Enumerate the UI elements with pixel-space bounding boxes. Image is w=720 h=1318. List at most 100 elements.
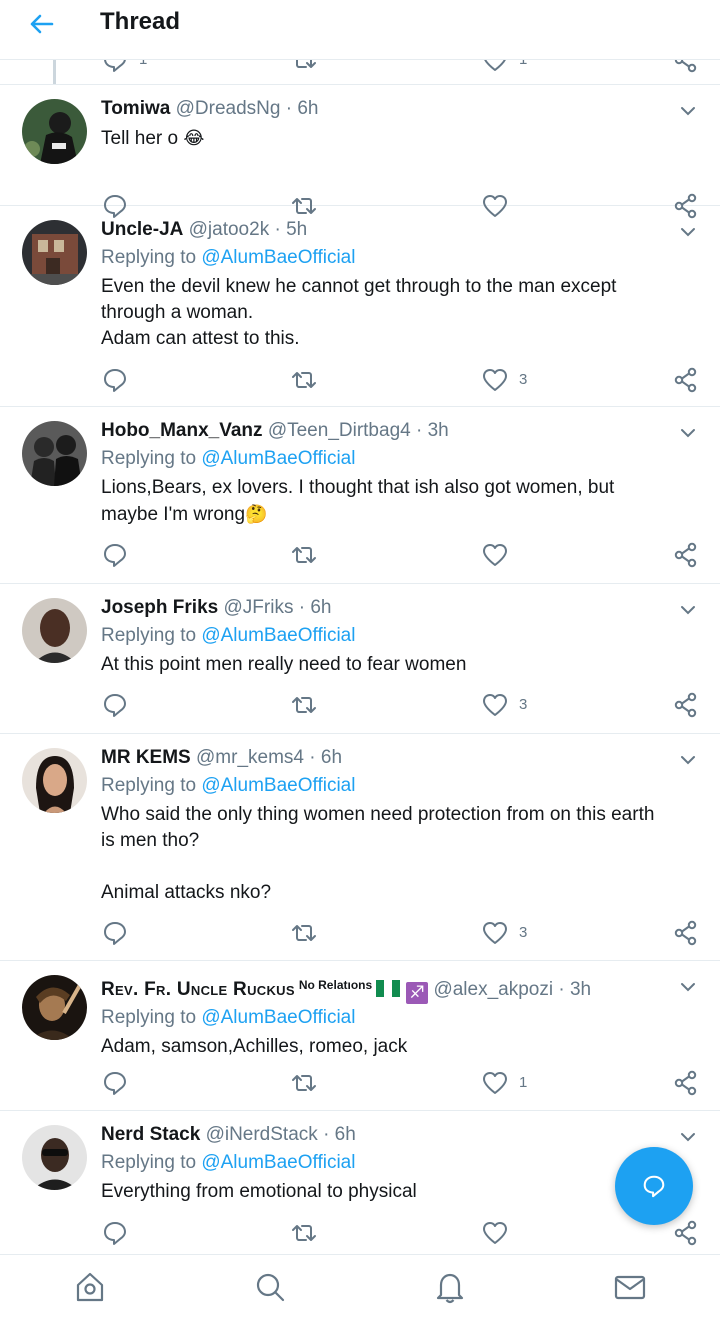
avatar[interactable] xyxy=(22,99,87,164)
timestamp[interactable]: 3h xyxy=(428,420,449,441)
reply-button[interactable] xyxy=(101,60,129,74)
tweet[interactable]: Hobo_Manx_Vanz @Teen_Dirtbag4 · 3h Reply… xyxy=(0,407,720,584)
tweet-header: Rev. Fr. Uncle Ruckus No Relatıons ♐ @alex… xyxy=(101,971,690,1004)
like-button[interactable] xyxy=(481,1069,509,1097)
retweet-button[interactable] xyxy=(290,1219,318,1247)
retweet-button[interactable] xyxy=(290,919,318,947)
retweet-button[interactable] xyxy=(290,691,318,719)
nav-home[interactable] xyxy=(72,1269,108,1305)
share-button[interactable] xyxy=(672,60,700,74)
retweet-button[interactable] xyxy=(290,1069,318,1097)
tweet-header: Hobo_Manx_Vanz @Teen_Dirtbag4 · 3h xyxy=(101,417,690,445)
timestamp[interactable]: 6h xyxy=(335,1124,356,1145)
nav-notifications[interactable] xyxy=(432,1269,468,1305)
mention-link[interactable]: @AlumBaeOfficial xyxy=(201,775,355,796)
reply-button[interactable] xyxy=(101,366,129,394)
retweet-button[interactable] xyxy=(290,366,318,394)
home-icon xyxy=(76,1272,104,1302)
retweet-button[interactable] xyxy=(290,541,318,569)
tweet[interactable]: Rev. Fr. Uncle Ruckus No Relatıons ♐ @alex… xyxy=(0,961,720,1111)
like-button[interactable] xyxy=(481,691,509,719)
nav-search[interactable] xyxy=(252,1269,288,1305)
avatar[interactable] xyxy=(22,220,87,285)
retweet-button[interactable] xyxy=(290,60,318,74)
user-handle[interactable]: @iNerdStack xyxy=(206,1124,318,1145)
mention-link[interactable]: @AlumBaeOfficial xyxy=(201,448,355,469)
emoji-laughing-tears: 😂 xyxy=(183,128,205,148)
timestamp[interactable]: 6h xyxy=(310,597,331,618)
tweet-header: Nerd Stack @iNerdStack · 6h xyxy=(101,1121,690,1149)
tweet[interactable]: Joseph Friks @JFriks · 6h Replying to @A… xyxy=(0,584,720,734)
reply-button[interactable] xyxy=(101,1069,129,1097)
tweet[interactable]: Uncle-JA @jatoo2k · 5h Replying to @Alum… xyxy=(0,206,720,407)
retweet-icon xyxy=(292,925,316,941)
user-handle[interactable]: @jatoo2k xyxy=(189,219,270,240)
separator-dot: · xyxy=(285,98,293,119)
timestamp[interactable]: 3h xyxy=(570,979,591,1000)
display-name[interactable]: Joseph Friks xyxy=(101,597,218,618)
like-button[interactable] xyxy=(481,1219,509,1247)
reply-button[interactable] xyxy=(101,1219,129,1247)
timestamp[interactable]: 6h xyxy=(297,98,318,119)
display-name[interactable]: Hobo_Manx_Vanz xyxy=(101,420,263,441)
separator-dot: · xyxy=(558,979,565,1000)
avatar[interactable] xyxy=(22,421,87,486)
timestamp[interactable]: 5h xyxy=(286,219,307,240)
avatar[interactable] xyxy=(22,1125,87,1190)
reply-button[interactable] xyxy=(101,691,129,719)
retweet-icon xyxy=(292,1075,316,1091)
share-button[interactable] xyxy=(672,691,700,719)
reply-button[interactable] xyxy=(101,541,129,569)
share-button[interactable] xyxy=(672,1219,700,1247)
avatar[interactable] xyxy=(22,975,87,1040)
tweet-text-content: Lions,Bears, ex lovers. I thought that i… xyxy=(101,477,615,525)
heart-icon xyxy=(483,1222,507,1244)
mention-link[interactable]: @AlumBaeOfficial xyxy=(201,1007,355,1028)
page-title: Thread xyxy=(100,8,181,35)
avatar[interactable] xyxy=(22,748,87,813)
thread-feed[interactable]: 1 1 Tomiwa @DreadsNg · 6h Tell her o 😂 xyxy=(0,60,720,1254)
share-button[interactable] xyxy=(672,541,700,569)
like-button[interactable] xyxy=(481,541,509,569)
mention-link[interactable]: @AlumBaeOfficial xyxy=(201,1152,355,1173)
nav-messages[interactable] xyxy=(612,1269,648,1305)
share-button[interactable] xyxy=(672,366,700,394)
user-handle[interactable]: @mr_kems4 xyxy=(196,747,304,768)
tweet-text: Tell her o 😂 xyxy=(101,125,690,152)
display-name[interactable]: Uncle-JA xyxy=(101,219,183,240)
like-button[interactable] xyxy=(481,60,509,74)
replying-to-line: Replying to @AlumBaeOfficial xyxy=(101,772,690,800)
mention-link[interactable]: @AlumBaeOfficial xyxy=(201,247,355,268)
retweet-icon xyxy=(292,372,316,388)
display-name[interactable]: Nerd Stack xyxy=(101,1124,200,1145)
like-button[interactable] xyxy=(481,919,509,947)
back-button[interactable] xyxy=(22,8,62,40)
share-button[interactable] xyxy=(672,1069,700,1097)
display-name[interactable]: Rev. Fr. Uncle Ruckus xyxy=(101,979,295,1000)
timestamp[interactable]: 6h xyxy=(321,747,342,768)
user-handle[interactable]: @DreadsNg xyxy=(176,98,281,119)
display-name[interactable]: MR KEMS xyxy=(101,747,191,768)
avatar[interactable] xyxy=(22,598,87,663)
heart-icon xyxy=(483,369,507,391)
share-icon xyxy=(674,542,697,568)
reply-bubble-icon xyxy=(643,1175,665,1198)
tweet[interactable]: MR KEMS @mr_kems4 · 6h Replying to @Alum… xyxy=(0,734,720,961)
user-handle[interactable]: @JFriks xyxy=(224,597,294,618)
mention-link[interactable]: @AlumBaeOfficial xyxy=(201,625,355,646)
compose-reply-button[interactable] xyxy=(615,1147,693,1225)
display-name[interactable]: Tomiwa xyxy=(101,98,170,119)
reply-button[interactable] xyxy=(101,919,129,947)
share-icon xyxy=(674,1220,697,1246)
back-arrow-icon xyxy=(30,14,54,34)
retweet-icon xyxy=(292,697,316,713)
tweet[interactable]: Tomiwa @DreadsNg · 6h Tell her o 😂 xyxy=(0,85,720,219)
separator-dot: · xyxy=(274,219,281,240)
tweet-actions: 3 xyxy=(0,691,720,721)
reply-icon xyxy=(104,544,126,567)
user-handle[interactable]: @alex_akpozi xyxy=(433,979,553,1000)
share-button[interactable] xyxy=(672,919,700,947)
like-button[interactable] xyxy=(481,366,509,394)
user-handle[interactable]: @Teen_Dirtbag4 xyxy=(268,420,411,441)
tweet[interactable]: Nerd Stack @iNerdStack · 6h Replying to … xyxy=(0,1111,720,1254)
